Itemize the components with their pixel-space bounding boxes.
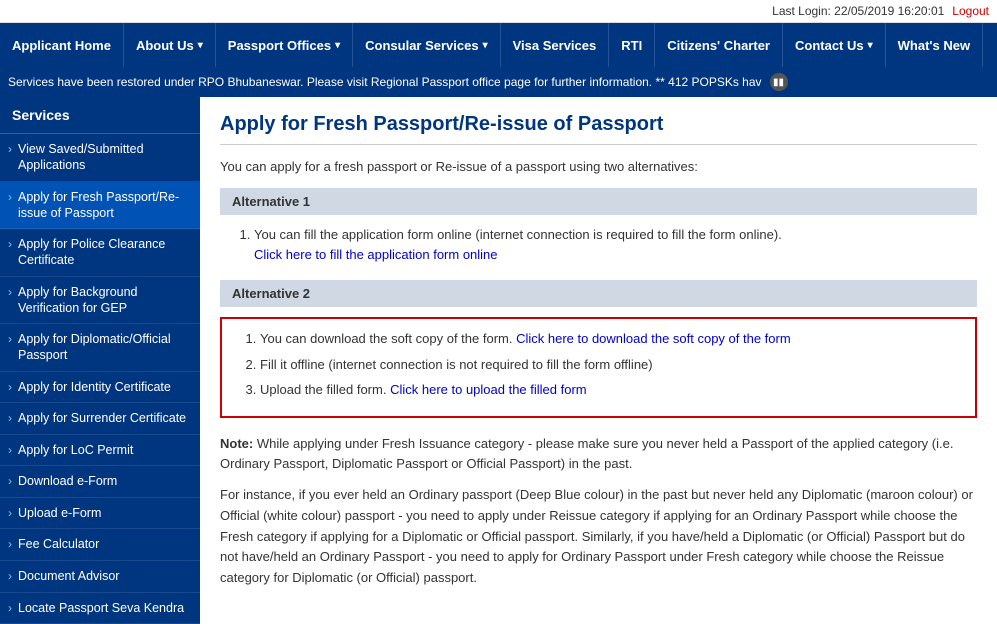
note-para2: For instance, if you ever held an Ordina… — [220, 485, 977, 589]
alt2-item-2: Fill it offline (internet connection is … — [260, 355, 961, 375]
sidebar-item-label: View Saved/Submitted Applications — [18, 141, 190, 174]
sidebar-item-label: Download e-Form — [18, 473, 117, 489]
nav-item-what-s-new[interactable]: What's New — [886, 23, 983, 67]
sidebar-item-label: Apply for Fresh Passport/Re-issue of Pas… — [18, 189, 190, 222]
sidebar-item-4[interactable]: › Apply for Diplomatic/Official Passport — [0, 324, 200, 372]
alt2-item-3: Upload the filled form. Click here to up… — [260, 380, 961, 400]
sidebar-item-1[interactable]: › Apply for Fresh Passport/Re-issue of Pa… — [0, 182, 200, 230]
sidebar-item-0[interactable]: › View Saved/Submitted Applications — [0, 134, 200, 182]
alt1-item-1: You can fill the application form online… — [254, 225, 977, 264]
nav-item-consular-services[interactable]: Consular Services ▾ — [353, 23, 500, 67]
last-login: Last Login: 22/05/2019 16:20:01 — [772, 4, 944, 18]
bullet-icon: › — [8, 537, 12, 553]
sidebar-item-label: Locate Passport Seva Kendra — [18, 600, 184, 616]
bullet-icon: › — [8, 190, 12, 206]
chevron-down-icon: ▾ — [335, 40, 340, 51]
nav-item-citizens--charter[interactable]: Citizens' Charter — [655, 23, 783, 67]
nav-item-applicant-home[interactable]: Applicant Home — [0, 23, 124, 67]
bullet-icon: › — [8, 411, 12, 427]
logout-link[interactable]: Logout — [952, 4, 989, 18]
note-para1: Note: While applying under Fresh Issuanc… — [220, 434, 977, 476]
sidebar-item-label: Apply for Surrender Certificate — [18, 410, 186, 426]
sidebar-item-9[interactable]: › Upload e-Form — [0, 498, 200, 530]
alt1-item1-link[interactable]: Click here to fill the application form … — [254, 247, 498, 262]
sidebar-item-8[interactable]: › Download e-Form — [0, 466, 200, 498]
ticker-pause-button[interactable]: ▮▮ — [770, 73, 788, 91]
note-section: Note: While applying under Fresh Issuanc… — [220, 434, 977, 590]
bullet-icon: › — [8, 506, 12, 522]
alt1-item1-text: You can fill the application form online… — [254, 227, 782, 242]
bullet-icon: › — [8, 142, 12, 158]
alt2-item1-text: You can download the soft copy of the fo… — [260, 331, 512, 346]
sidebar-item-label: Apply for LoC Permit — [18, 442, 133, 458]
sidebar-item-label: Apply for Identity Certificate — [18, 379, 171, 395]
sidebar-item-12[interactable]: › Locate Passport Seva Kendra — [0, 593, 200, 624]
alt1-header: Alternative 1 — [220, 188, 977, 215]
chevron-down-icon: ▾ — [198, 40, 203, 51]
main-nav: Applicant HomeAbout Us ▾Passport Offices… — [0, 23, 997, 67]
page-title: Apply for Fresh Passport/Re-issue of Pas… — [220, 113, 977, 145]
alt2-header: Alternative 2 — [220, 280, 977, 307]
chevron-down-icon: ▾ — [868, 40, 873, 51]
ticker-text: Services have been restored under RPO Bh… — [8, 75, 762, 89]
intro-text: You can apply for a fresh passport or Re… — [220, 159, 977, 174]
sidebar-item-5[interactable]: › Apply for Identity Certificate — [0, 372, 200, 404]
nav-item-contact-us[interactable]: Contact Us ▾ — [783, 23, 886, 67]
sidebar-item-label: Apply for Diplomatic/Official Passport — [18, 331, 190, 364]
sidebar-item-6[interactable]: › Apply for Surrender Certificate — [0, 403, 200, 435]
bullet-icon: › — [8, 443, 12, 459]
sidebar-item-11[interactable]: › Document Advisor — [0, 561, 200, 593]
nav-item-rti[interactable]: RTI — [609, 23, 655, 67]
chevron-down-icon: ▾ — [483, 40, 488, 51]
alt2-box: You can download the soft copy of the fo… — [220, 317, 977, 418]
sidebar-item-label: Upload e-Form — [18, 505, 101, 521]
main-content: Apply for Fresh Passport/Re-issue of Pas… — [200, 97, 997, 624]
bullet-icon: › — [8, 569, 12, 585]
bullet-icon: › — [8, 474, 12, 490]
sidebar-item-2[interactable]: › Apply for Police Clearance Certificate — [0, 229, 200, 277]
alt2-item-1: You can download the soft copy of the fo… — [260, 329, 961, 349]
sidebar-item-3[interactable]: › Apply for Background Verification for G… — [0, 277, 200, 325]
sidebar-item-7[interactable]: › Apply for LoC Permit — [0, 435, 200, 467]
bullet-icon: › — [8, 380, 12, 396]
alt2-item3-text: Upload the filled form. — [260, 382, 386, 397]
bullet-icon: › — [8, 601, 12, 617]
alt2-item1-link[interactable]: Click here to download the soft copy of … — [516, 331, 791, 346]
ticker-bar: Services have been restored under RPO Bh… — [0, 67, 997, 97]
sidebar-item-10[interactable]: › Fee Calculator — [0, 529, 200, 561]
top-bar: Last Login: 22/05/2019 16:20:01 Logout — [0, 0, 997, 23]
sidebar: Services › View Saved/Submitted Applicati… — [0, 97, 200, 624]
sidebar-item-label: Apply for Background Verification for GE… — [18, 284, 190, 317]
note-label: Note: — [220, 436, 253, 451]
nav-item-about-us[interactable]: About Us ▾ — [124, 23, 216, 67]
bullet-icon: › — [8, 285, 12, 301]
alt2-item2-text: Fill it offline (internet connection is … — [260, 357, 653, 372]
sidebar-item-label: Fee Calculator — [18, 536, 99, 552]
nav-item-visa-services[interactable]: Visa Services — [501, 23, 610, 67]
bullet-icon: › — [8, 237, 12, 253]
sidebar-item-label: Document Advisor — [18, 568, 119, 584]
note-para1-text: While applying under Fresh Issuance cate… — [220, 436, 953, 472]
page-layout: Services › View Saved/Submitted Applicati… — [0, 97, 997, 624]
alt1-content: You can fill the application form online… — [220, 225, 977, 264]
sidebar-item-label: Apply for Police Clearance Certificate — [18, 236, 190, 269]
sidebar-title: Services — [0, 97, 200, 134]
bullet-icon: › — [8, 332, 12, 348]
alt2-item3-link[interactable]: Click here to upload the filled form — [390, 382, 587, 397]
nav-item-passport-offices[interactable]: Passport Offices ▾ — [216, 23, 353, 67]
